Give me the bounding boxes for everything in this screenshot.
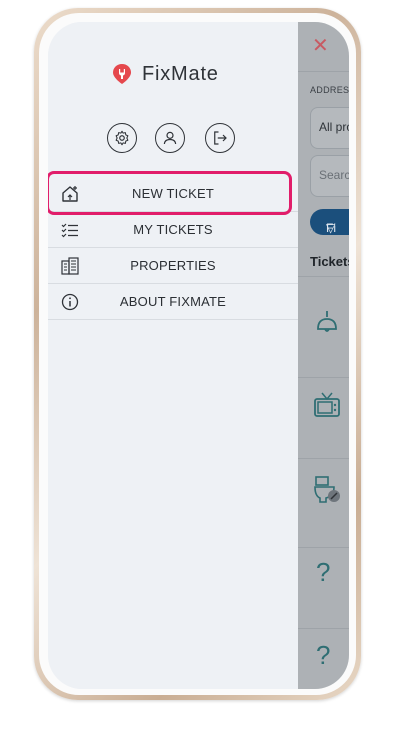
- profile-button[interactable]: [155, 123, 185, 153]
- header-divider: [298, 71, 349, 72]
- question-icon[interactable]: ?: [316, 557, 330, 588]
- menu-item-properties[interactable]: PROPERTIES: [48, 248, 298, 284]
- address-select[interactable]: All pro: [310, 107, 349, 149]
- new-ticket-highlight: [48, 171, 292, 215]
- menu-item-label: MY TICKETS: [133, 222, 213, 237]
- filter-button[interactable]: ▽ Fi: [310, 209, 349, 235]
- app-name: FixMate: [142, 62, 219, 85]
- gear-icon: [115, 130, 129, 146]
- menu-item-label: ABOUT FIXMATE: [119, 294, 227, 309]
- divider: [298, 547, 349, 548]
- divider: [298, 276, 349, 277]
- question-icon[interactable]: ?: [316, 640, 330, 671]
- search-placeholder: Search: [319, 168, 349, 182]
- divider: [298, 628, 349, 629]
- divider: [298, 377, 349, 378]
- settings-button[interactable]: [107, 123, 137, 153]
- toilet-icon[interactable]: [312, 474, 342, 504]
- app-logo: FixMate: [110, 62, 219, 86]
- fixmate-logo-icon: [113, 64, 131, 84]
- divider: [298, 458, 349, 459]
- menu-item-about[interactable]: ABOUT FIXMATE: [48, 284, 298, 320]
- close-icon[interactable]: ✕: [312, 36, 329, 56]
- phone-screen: ✕ ADDRESS All pro Search ▽ Fi Tickets: [48, 22, 349, 689]
- filter-label: Fi: [326, 221, 336, 235]
- menu-item-label: PROPERTIES: [130, 258, 216, 273]
- navigation-drawer: FixMate NEW TICKET MY TICKETS PROPERTIES…: [48, 22, 298, 689]
- logout-button[interactable]: [205, 123, 235, 153]
- lamp-icon[interactable]: [312, 307, 342, 337]
- search-input[interactable]: Search: [310, 155, 349, 197]
- address-label: ADDRESS: [310, 85, 349, 95]
- background-app: ✕ ADDRESS All pro Search ▽ Fi Tickets: [298, 22, 349, 689]
- address-select-value: All pro: [319, 120, 349, 134]
- logout-icon: [214, 131, 227, 145]
- tickets-heading: Tickets: [310, 254, 349, 269]
- user-icon: [163, 131, 177, 145]
- tv-icon[interactable]: [312, 390, 342, 420]
- menu-item-my-tickets[interactable]: MY TICKETS: [48, 212, 298, 248]
